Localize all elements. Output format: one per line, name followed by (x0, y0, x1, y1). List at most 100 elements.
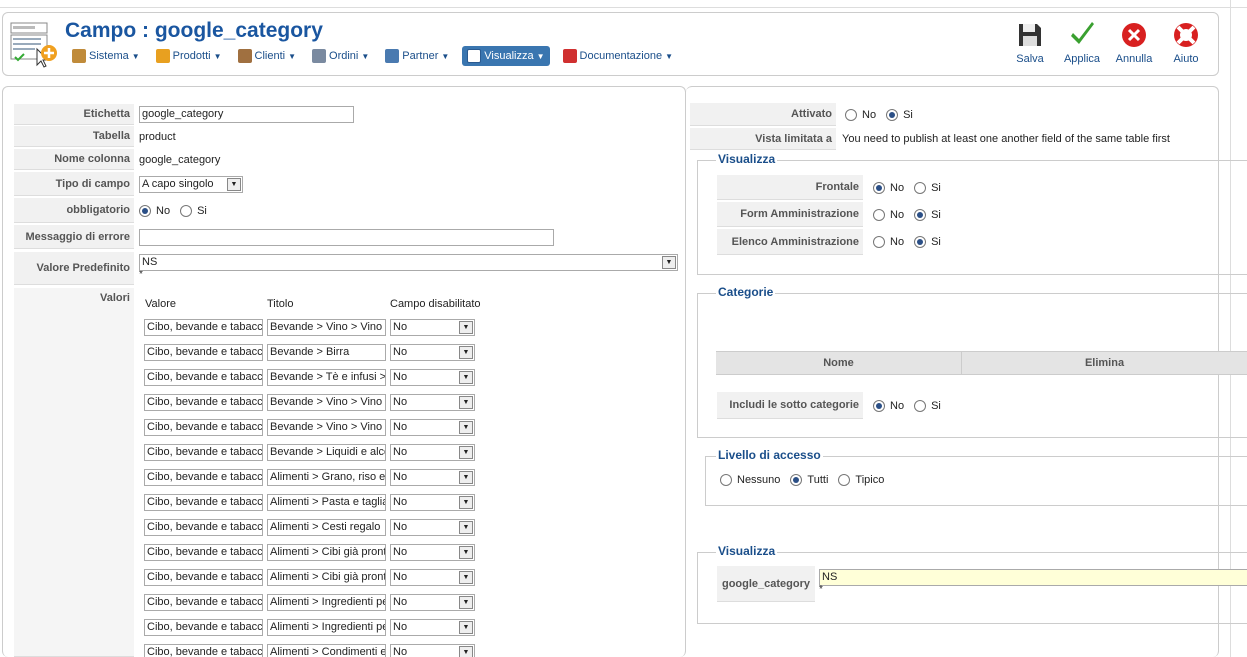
titolo-input[interactable]: Alimenti > Grano, riso e c (267, 469, 386, 486)
campo-disabilitato-select[interactable]: No ▼ (390, 319, 475, 336)
campo-disabilitato-select[interactable]: No ▼ (390, 544, 475, 561)
titolo-input[interactable]: Alimenti > Pasta e tagliat (267, 494, 386, 511)
valore-input[interactable]: Cibo, bevande e tabacco (144, 594, 263, 611)
valore-input[interactable]: Cibo, bevande e tabacco (144, 644, 263, 657)
titolo-input[interactable]: Bevande > Vino > Vino b (267, 394, 386, 411)
valore-input[interactable]: Cibo, bevande e tabacco (144, 344, 263, 361)
valore-input[interactable]: Cibo, bevande e tabacco (144, 519, 263, 536)
titolo-input[interactable]: Alimenti > Cibi già pronti : (267, 569, 386, 586)
elenco-admin-si-radio[interactable] (914, 236, 927, 248)
obbligatorio-no-radio[interactable] (139, 204, 151, 217)
menu-item-documentazione[interactable]: Documentazione ▼ (560, 46, 676, 66)
attivato-no-radio[interactable] (845, 108, 857, 121)
valore-input[interactable]: Cibo, bevande e tabacco (144, 569, 263, 586)
apply-button[interactable]: Applica (1056, 19, 1108, 65)
campo-disabilitato-value: No (393, 346, 408, 358)
menu-item-partner[interactable]: Partner ▼ (382, 46, 452, 66)
tabella-label: Tabella (14, 126, 134, 147)
titolo-input[interactable]: Bevande > Vino > Vino di (267, 319, 386, 336)
dropdown-arrow-icon: ▼ (459, 421, 473, 434)
top-strip (0, 0, 1247, 8)
row-elenco-admin: Elenco Amministrazione No Si (717, 229, 946, 255)
visualizza2-input[interactable]: NS (819, 569, 1247, 586)
titolo-input[interactable]: Alimenti > Ingredienti per (267, 619, 386, 636)
caret-down-icon: ▼ (361, 51, 370, 61)
titolo-input[interactable]: Bevande > Liquidi e alco (267, 444, 386, 461)
etichetta-input[interactable]: google_category (139, 106, 354, 123)
menu-item-ordini[interactable]: Ordini ▼ (309, 46, 372, 66)
campo-disabilitato-value: No (393, 371, 408, 383)
campo-disabilitato-value: No (393, 396, 408, 408)
campo-disabilitato-select[interactable]: No ▼ (390, 619, 475, 636)
obbligatorio-si-radio[interactable] (180, 204, 193, 217)
valore-input[interactable]: Cibo, bevande e tabacco (144, 319, 263, 336)
valore-input[interactable]: Cibo, bevande e tabacco (144, 544, 263, 561)
attivato-si-label: Si (903, 108, 913, 121)
valori-row: Cibo, bevande e tabacco Bevande > Vino > … (144, 394, 475, 411)
help-label: Aiuto (1173, 53, 1199, 65)
dropdown-arrow-icon: ▼ (459, 571, 473, 584)
attivato-si-radio[interactable] (886, 108, 899, 121)
valore-predefinito-select[interactable]: NS ▼ (139, 254, 678, 271)
visualizza2-field-label: google_category (717, 566, 815, 602)
messaggio-errore-input[interactable] (139, 228, 554, 246)
titolo-input[interactable]: Alimenti > Condimenti e s (267, 644, 386, 657)
display-icon (467, 49, 482, 63)
titolo-input[interactable]: Alimenti > Cesti regalo (267, 519, 386, 536)
valore-input[interactable]: Cibo, bevande e tabacco (144, 444, 263, 461)
form-admin-no-radio[interactable] (873, 208, 885, 221)
attivato-radio-group: No Si (845, 108, 918, 121)
valori-row: Cibo, bevande e tabacco Bevande > Birra No… (144, 344, 475, 361)
includi-no-radio[interactable] (873, 399, 885, 412)
tipo-campo-select[interactable]: A capo singolo ▼ (139, 175, 243, 193)
elenco-admin-no-radio[interactable] (873, 236, 885, 248)
titolo-input[interactable]: Bevande > Tè e infusi > (267, 369, 386, 386)
menu-item-prodotti[interactable]: Prodotti ▼ (153, 46, 225, 66)
campo-disabilitato-select[interactable]: No ▼ (390, 569, 475, 586)
titolo-input[interactable]: Bevande > Vino > Vino d (267, 419, 386, 436)
includi-label: Includi le sotto categorie (717, 392, 863, 419)
valore-input[interactable]: Cibo, bevande e tabacco (144, 494, 263, 511)
titolo-input[interactable]: Alimenti > Ingredienti per (267, 594, 386, 611)
required-star: * (139, 269, 143, 280)
titolo-input[interactable]: Alimenti > Cibi già pronti (267, 544, 386, 561)
menu-item-label: Ordini (329, 50, 359, 62)
help-button[interactable]: Aiuto (1160, 19, 1212, 65)
frontale-si-radio[interactable] (914, 181, 927, 194)
campo-disabilitato-select[interactable]: No ▼ (390, 394, 475, 411)
menu-item-label: Visualizza (484, 50, 534, 62)
campo-disabilitato-select[interactable]: No ▼ (390, 369, 475, 386)
accesso-tipico-radio[interactable] (838, 474, 851, 486)
campo-disabilitato-select[interactable]: No ▼ (390, 344, 475, 361)
form-admin-si-label: Si (931, 208, 941, 221)
campo-disabilitato-select[interactable]: No ▼ (390, 644, 475, 657)
vista-limitata-value: You need to publish at least one another… (842, 133, 1170, 145)
accesso-tutti-radio[interactable] (790, 474, 803, 486)
form-admin-si-radio[interactable] (914, 208, 927, 221)
campo-disabilitato-value: No (393, 596, 408, 608)
row-nome-colonna: Nome colonna google_category (14, 149, 220, 170)
menu-item-clienti[interactable]: Clienti ▼ (235, 46, 300, 66)
dropdown-arrow-icon: ▼ (459, 596, 473, 609)
save-button[interactable]: Salva (1004, 19, 1056, 65)
campo-disabilitato-select[interactable]: No ▼ (390, 444, 475, 461)
campo-disabilitato-select[interactable]: No ▼ (390, 469, 475, 486)
menu-item-label: Clienti (254, 50, 286, 62)
tipo-campo-label: Tipo di campo (14, 172, 134, 196)
frontale-no-radio[interactable] (873, 181, 885, 194)
valore-input[interactable]: Cibo, bevande e tabacco (144, 469, 263, 486)
valore-input[interactable]: Cibo, bevande e tabacco (144, 394, 263, 411)
titolo-input[interactable]: Bevande > Birra (267, 344, 386, 361)
campo-disabilitato-select[interactable]: No ▼ (390, 594, 475, 611)
campo-disabilitato-select[interactable]: No ▼ (390, 519, 475, 536)
valore-input[interactable]: Cibo, bevande e tabacco (144, 369, 263, 386)
campo-disabilitato-select[interactable]: No ▼ (390, 494, 475, 511)
valore-input[interactable]: Cibo, bevande e tabacco (144, 419, 263, 436)
accesso-nessuno-radio[interactable] (720, 474, 732, 486)
menu-item-sistema[interactable]: Sistema ▼ (69, 46, 143, 66)
menu-item-visualizza[interactable]: Visualizza ▼ (462, 46, 550, 66)
valore-input[interactable]: Cibo, bevande e tabacco (144, 619, 263, 636)
includi-si-radio[interactable] (914, 399, 927, 412)
campo-disabilitato-select[interactable]: No ▼ (390, 419, 475, 436)
cancel-button[interactable]: Annulla (1108, 19, 1160, 65)
